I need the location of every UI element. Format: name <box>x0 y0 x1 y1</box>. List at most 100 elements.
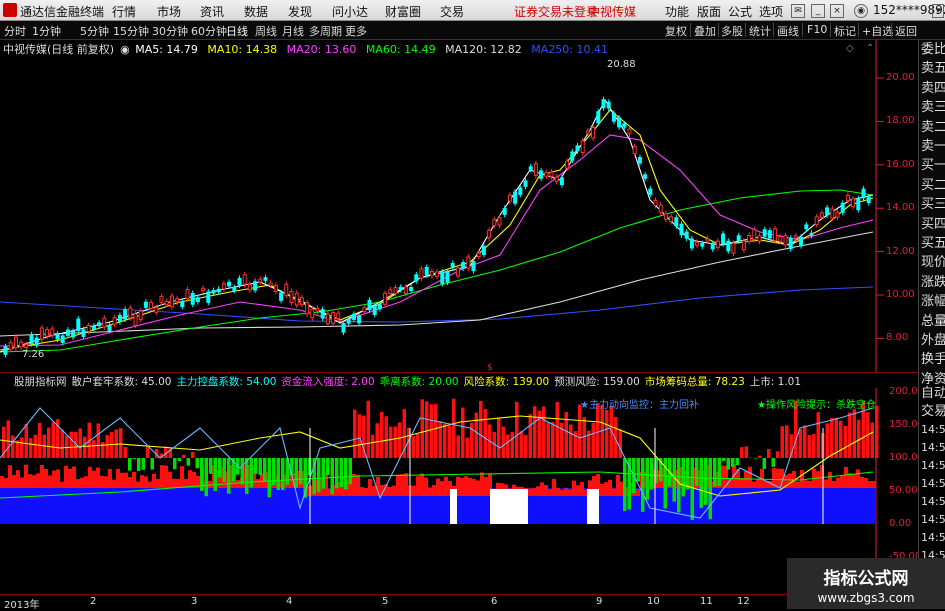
side-item-4[interactable]: 卖二 <box>921 120 945 136</box>
red-band-bar <box>148 482 152 488</box>
candle <box>618 118 621 127</box>
period-60min[interactable]: 60分钟 <box>191 23 227 39</box>
side-item-13[interactable]: 涨幅 <box>921 294 945 310</box>
candle <box>576 146 579 151</box>
tick-item-5[interactable]: 14:56 <box>921 476 945 492</box>
tick-item-4[interactable]: 14:56 <box>921 458 945 474</box>
menu-market[interactable]: 市场 <box>157 3 181 20</box>
hist-green-bar <box>254 458 258 474</box>
candle <box>222 284 225 289</box>
tool-draw[interactable]: 画线 <box>777 23 799 39</box>
tool-f10[interactable]: F10 <box>807 23 827 36</box>
login-notice[interactable]: 证券交易未登录 <box>514 3 598 20</box>
menu-wealth[interactable]: 财富圈 <box>385 3 421 20</box>
menu-layout[interactable]: 版面 <box>697 3 721 20</box>
candle <box>342 324 345 333</box>
side-item-12[interactable]: 涨跌 <box>921 275 945 291</box>
chevron-up-icon[interactable]: ⌃ <box>866 43 874 54</box>
candle <box>753 230 756 240</box>
side-item-10[interactable]: 买五 <box>921 236 945 252</box>
candle <box>51 329 54 335</box>
menu-data[interactable]: 数据 <box>244 3 268 20</box>
red-band-bar <box>56 469 60 488</box>
menu-formula[interactable]: 公式 <box>728 3 752 20</box>
side-item-15[interactable]: 外盘 <box>921 333 945 349</box>
menu-function[interactable]: 功能 <box>665 3 689 20</box>
candle <box>98 323 101 326</box>
minimize-icon[interactable]: _ <box>811 4 825 18</box>
tick-item-3[interactable]: 14:56 <box>921 440 945 456</box>
hist-red-bar <box>740 447 744 458</box>
menu-news[interactable]: 资讯 <box>200 3 224 20</box>
tool-multistock[interactable]: 多股 <box>721 23 743 39</box>
red-band-bar <box>472 479 476 496</box>
side-item-0[interactable]: 委比 <box>921 42 945 58</box>
side-item-9[interactable]: 买四 <box>921 217 945 233</box>
tick-item-0[interactable]: 自动 <box>921 386 945 402</box>
candle <box>810 233 813 235</box>
candle <box>862 189 865 198</box>
hist-green-bar <box>340 458 344 487</box>
side-item-1[interactable]: 卖五 <box>921 61 945 77</box>
hist-red-bar <box>785 425 789 458</box>
candle <box>482 246 485 254</box>
side-item-7[interactable]: 买二 <box>921 178 945 194</box>
period-monthly[interactable]: 月线 <box>282 23 304 39</box>
close-icon[interactable]: × <box>830 4 844 18</box>
period-more[interactable]: 更多 <box>345 23 367 39</box>
period-15min[interactable]: 15分钟 <box>113 23 149 39</box>
candle <box>113 318 116 324</box>
tick-item-1[interactable]: 交易 <box>921 404 945 420</box>
side-item-6[interactable]: 买一 <box>921 158 945 174</box>
period-1min[interactable]: 1分钟 <box>32 23 61 39</box>
hist-red-bar <box>808 435 812 458</box>
period-tick[interactable]: 分时 <box>4 23 26 39</box>
tick-item-7[interactable]: 14:56 <box>921 512 945 528</box>
tool-overlay[interactable]: 叠加 <box>694 23 716 39</box>
side-item-2[interactable]: 卖四 <box>921 81 945 97</box>
tool-mark[interactable]: 标记 <box>834 23 856 39</box>
hist-green-bar <box>718 458 722 486</box>
side-item-8[interactable]: 买三 <box>921 197 945 213</box>
candle <box>742 241 745 250</box>
hist-red-bar <box>875 406 879 458</box>
side-item-16[interactable]: 换手 <box>921 352 945 368</box>
period-30min[interactable]: 30分钟 <box>152 23 188 39</box>
price-chart[interactable]: 20.88 7.26 ◇ ⌃ $ <box>0 40 918 373</box>
menu-quote[interactable]: 行情 <box>112 3 136 20</box>
dropdown-icon[interactable]: ▾ <box>932 4 944 18</box>
side-item-3[interactable]: 卖三 <box>921 100 945 116</box>
tool-add-favorite[interactable]: +自选 <box>862 23 893 39</box>
tool-stats[interactable]: 统计 <box>749 23 771 39</box>
message-icon[interactable]: ✉ <box>791 4 805 18</box>
menu-trade[interactable]: 交易 <box>440 3 464 20</box>
tick-item-8[interactable]: 14:56 <box>921 530 945 546</box>
user-icon[interactable]: ◉ <box>854 4 868 18</box>
menu-ask[interactable]: 问小达 <box>332 3 368 20</box>
red-band-bar <box>64 466 68 488</box>
tick-item-2[interactable]: 14:56 <box>921 422 945 438</box>
side-item-14[interactable]: 总量 <box>921 314 945 330</box>
red-band-bar <box>852 474 856 488</box>
period-weekly[interactable]: 周线 <box>255 23 277 39</box>
side-item-5[interactable]: 卖一 <box>921 139 945 155</box>
tick-item-6[interactable]: 14:56 <box>921 494 945 510</box>
side-item-11[interactable]: 现价 <box>921 255 945 271</box>
period-5min[interactable]: 5分钟 <box>80 23 109 39</box>
hist-red-bar <box>106 435 110 458</box>
tool-back[interactable]: 返回 <box>895 23 917 39</box>
diamond-icon[interactable]: ◇ <box>846 43 854 54</box>
menu-discover[interactable]: 发现 <box>288 3 312 20</box>
candle <box>217 289 220 292</box>
date-axis-label: 9 <box>596 596 602 607</box>
menu-options[interactable]: 选项 <box>759 3 783 20</box>
indicator-chart[interactable]: ★主力动向监控：主力回补 ★操作风险提示：杀跌空仓 <box>0 388 918 594</box>
red-band-bar <box>744 471 748 488</box>
hist-red-bar <box>871 422 875 458</box>
period-daily[interactable]: 日线 <box>226 23 248 39</box>
tool-adjust[interactable]: 复权 <box>665 23 687 39</box>
period-multi[interactable]: 多周期 <box>309 23 342 39</box>
candle <box>690 239 693 248</box>
candle <box>441 272 444 283</box>
candle <box>326 314 329 324</box>
